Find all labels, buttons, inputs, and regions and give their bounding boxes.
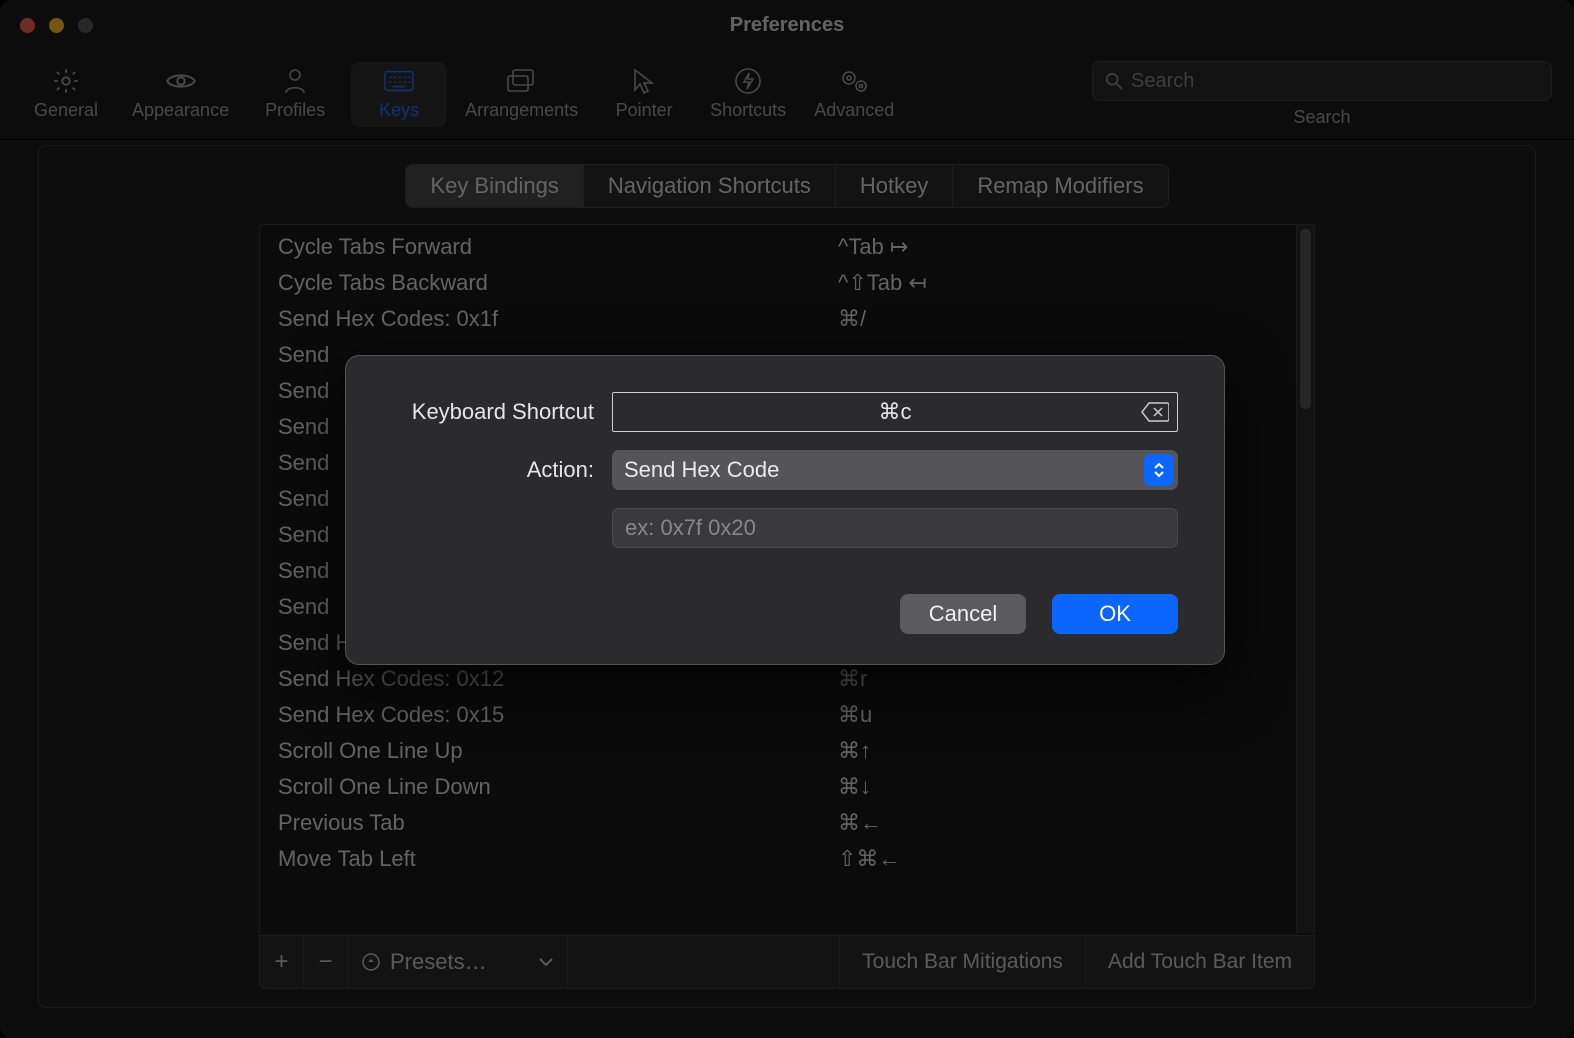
toolbar-shortcuts[interactable]: Shortcuts	[700, 62, 796, 127]
table-row[interactable]: Move Tab Left⇧⌘←	[260, 841, 1296, 877]
table-row[interactable]: Send Hex Codes: 0x12⌘r	[260, 661, 1296, 697]
toolbar-label: Profiles	[265, 100, 325, 121]
toolbar-profiles[interactable]: Profiles	[247, 62, 343, 127]
touch-bar-mitigations-button[interactable]: Touch Bar Mitigations	[840, 936, 1086, 988]
binding-shortcut-cell: ^Tab ↦	[838, 232, 1278, 262]
shortcut-input[interactable]: ⌘c	[612, 392, 1178, 432]
binding-shortcut-cell: ⌘r	[838, 664, 1278, 694]
toolbar-label: Advanced	[814, 100, 894, 121]
binding-action-cell: Cycle Tabs Forward	[278, 232, 838, 262]
gear-icon	[51, 68, 81, 94]
binding-shortcut-cell: ⌘↑	[838, 736, 1278, 766]
windows-icon	[507, 68, 537, 94]
toolbar-keys[interactable]: Keys	[351, 62, 447, 127]
action-value: Send Hex Code	[624, 457, 779, 483]
table-row[interactable]: Cycle Tabs Forward^Tab ↦	[260, 229, 1296, 265]
search-icon	[1105, 72, 1123, 90]
titlebar: Preferences	[0, 0, 1574, 50]
shortcut-value: ⌘c	[879, 399, 912, 425]
toolbar-appearance[interactable]: Appearance	[122, 62, 239, 127]
binding-action-cell: Move Tab Left	[278, 844, 838, 874]
action-select[interactable]: Send Hex Code	[612, 450, 1178, 490]
binding-shortcut-cell: ⌘↓	[838, 772, 1278, 802]
binding-shortcut-cell: ⇧⌘←	[838, 844, 1278, 874]
search-input[interactable]: Search	[1092, 61, 1552, 101]
eye-icon	[166, 68, 196, 94]
subtab-navigation-shortcuts[interactable]: Navigation Shortcuts	[584, 165, 836, 207]
hex-code-input[interactable]: ex: 0x7f 0x20	[612, 508, 1178, 548]
gears-icon	[839, 68, 869, 94]
subtab-remap-modifiers[interactable]: Remap Modifiers	[953, 165, 1167, 207]
preferences-window: Preferences General Appearance Profiles …	[0, 0, 1574, 1038]
binding-shortcut-cell: ⌘←	[838, 808, 1278, 838]
table-row[interactable]: Scroll One Line Up⌘↑	[260, 733, 1296, 769]
window-title: Preferences	[0, 14, 1574, 37]
close-window-button[interactable]	[20, 18, 35, 33]
binding-shortcut-cell: ⌘/	[838, 304, 1278, 334]
person-icon	[280, 68, 310, 94]
window-controls	[20, 18, 93, 33]
hex-placeholder: ex: 0x7f 0x20	[625, 515, 756, 541]
keys-subtabs: Key Bindings Navigation Shortcuts Hotkey…	[39, 146, 1535, 226]
binding-action-cell: Cycle Tabs Backward	[278, 268, 838, 298]
toolbar-arrangements[interactable]: Arrangements	[455, 62, 588, 127]
bolt-icon	[733, 68, 763, 94]
toolbar-label: Shortcuts	[710, 100, 786, 121]
binding-action-cell: Send Hex Codes: 0x12	[278, 664, 838, 694]
action-field-label: Action:	[392, 457, 612, 483]
toolbar-label: Appearance	[132, 100, 229, 121]
toolbar-label: Pointer	[616, 100, 673, 121]
menu-icon	[362, 953, 380, 971]
binding-action-cell: Scroll One Line Down	[278, 772, 838, 802]
table-row[interactable]: Cycle Tabs Backward^⇧Tab ↤	[260, 265, 1296, 301]
search-label: Search	[1293, 107, 1350, 128]
toolbar-label: General	[34, 100, 98, 121]
dropdown-indicator-icon	[1144, 454, 1174, 486]
preferences-toolbar: General Appearance Profiles Keys Arrange…	[0, 50, 1574, 140]
binding-shortcut-cell: ^⇧Tab ↤	[838, 268, 1278, 298]
shortcut-field-label: Keyboard Shortcut	[392, 399, 612, 425]
chevron-down-icon	[539, 957, 553, 967]
binding-action-cell: Send Hex Codes: 0x15	[278, 700, 838, 730]
keyboard-icon	[384, 68, 414, 94]
toolbar-label: Arrangements	[465, 100, 578, 121]
presets-dropdown[interactable]: Presets…	[348, 936, 568, 988]
table-row[interactable]: Send Hex Codes: 0x15⌘u	[260, 697, 1296, 733]
minimize-window-button[interactable]	[49, 18, 64, 33]
search-placeholder: Search	[1131, 70, 1194, 93]
toolbar-pointer[interactable]: Pointer	[596, 62, 692, 127]
binding-action-cell: Previous Tab	[278, 808, 838, 838]
subtab-key-bindings[interactable]: Key Bindings	[406, 165, 583, 207]
remove-binding-button[interactable]: −	[304, 936, 348, 988]
toolbar-general[interactable]: General	[18, 62, 114, 127]
table-row[interactable]: Previous Tab⌘←	[260, 805, 1296, 841]
presets-label: Presets…	[390, 949, 487, 975]
cancel-button[interactable]: Cancel	[900, 594, 1026, 634]
binding-action-cell: Send Hex Codes: 0x1f	[278, 304, 838, 334]
scroll-thumb[interactable]	[1300, 229, 1311, 409]
table-row[interactable]: Send Hex Codes: 0x1f⌘/	[260, 301, 1296, 337]
edit-binding-sheet: Keyboard Shortcut ⌘c Action: Send Hex Co…	[345, 355, 1225, 665]
toolbar-label: Keys	[379, 100, 419, 121]
add-touch-bar-item-button[interactable]: Add Touch Bar Item	[1086, 936, 1314, 988]
binding-shortcut-cell: ⌘u	[838, 700, 1278, 730]
maximize-window-button[interactable]	[78, 18, 93, 33]
cursor-icon	[629, 68, 659, 94]
toolbar-search-group: Search Search	[1092, 61, 1552, 128]
binding-action-cell: Scroll One Line Up	[278, 736, 838, 766]
table-row[interactable]: Scroll One Line Down⌘↓	[260, 769, 1296, 805]
ok-button[interactable]: OK	[1052, 594, 1178, 634]
toolbar-advanced[interactable]: Advanced	[804, 62, 904, 127]
subtab-hotkey[interactable]: Hotkey	[836, 165, 953, 207]
add-binding-button[interactable]: +	[260, 936, 304, 988]
clear-shortcut-icon[interactable]	[1141, 402, 1169, 422]
scrollbar[interactable]	[1296, 225, 1314, 933]
bindings-footer: + − Presets… Touch Bar Mitigations Add T…	[259, 935, 1315, 989]
